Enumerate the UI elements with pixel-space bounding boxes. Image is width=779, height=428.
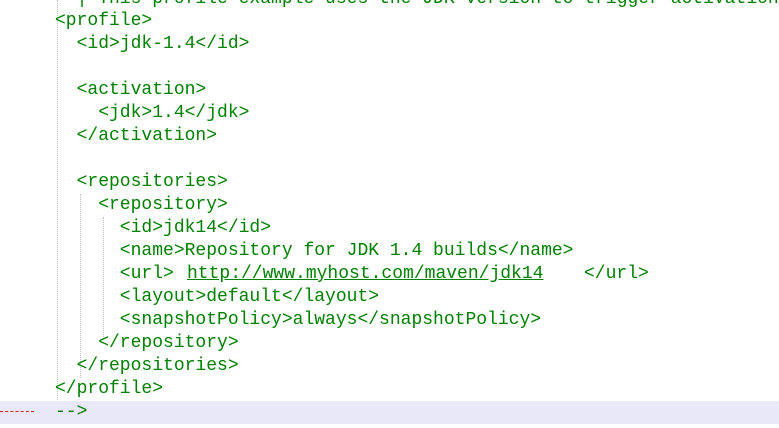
code-line[interactable]: <repositories> (0, 171, 779, 194)
code-line[interactable]: <name>Repository for JDK 1.4 builds</nam… (0, 240, 779, 263)
code-text: </repository> (55, 333, 239, 353)
code-text: <url> (55, 264, 174, 284)
change-marker (0, 411, 34, 412)
code-line[interactable]: <id>jdk14</id> (0, 217, 779, 240)
code-text: </url> (584, 264, 649, 284)
code-text: </repositories> (55, 356, 239, 376)
code-line[interactable]: </repository> (0, 332, 779, 355)
code-line[interactable]: </profile> (0, 378, 779, 401)
code-line[interactable] (0, 148, 779, 171)
code-text: </activation> (55, 126, 218, 146)
url-link[interactable]: http://www.myhost.com/maven/jdk14 (187, 263, 543, 286)
code-text: </profile> (55, 379, 164, 399)
code-line[interactable]: <jdk>1.4</jdk> (0, 102, 779, 125)
code-text: <snapshotPolicy>always</snapshotPolicy> (55, 310, 542, 330)
code-text: <repository> (55, 195, 228, 215)
code-line[interactable]: </repositories> (0, 355, 779, 378)
code-editor[interactable]: | This profile example uses the JDK vers… (0, 0, 779, 428)
code-text: <layout>default</layout> (55, 287, 380, 307)
code-line[interactable]: <url> http://www.myhost.com/maven/jdk14 … (0, 263, 779, 286)
code-line[interactable]: <id>jdk-1.4</id> (0, 33, 779, 56)
code-line[interactable] (0, 56, 779, 79)
code-text: <jdk>1.4</jdk> (55, 103, 250, 123)
code-line[interactable]: <repository> (0, 194, 779, 217)
code-line[interactable]: </activation> (0, 125, 779, 148)
code-line[interactable]: <profile> (0, 10, 779, 33)
code-text: --> (55, 402, 88, 422)
code-text: <repositories> (55, 172, 228, 192)
code-text: <profile> (55, 11, 153, 31)
code-text: <id>jdk14</id> (55, 218, 272, 238)
code-line[interactable]: <snapshotPolicy>always</snapshotPolicy> (0, 309, 779, 332)
code-text: <name>Repository for JDK 1.4 builds</nam… (55, 241, 574, 261)
code-text: <id>jdk-1.4</id> (55, 34, 250, 54)
code-line[interactable]: <activation> (0, 79, 779, 102)
code-text: <activation> (55, 80, 207, 100)
current-line[interactable]: --> (0, 401, 779, 424)
code-line[interactable]: <layout>default</layout> (0, 286, 779, 309)
